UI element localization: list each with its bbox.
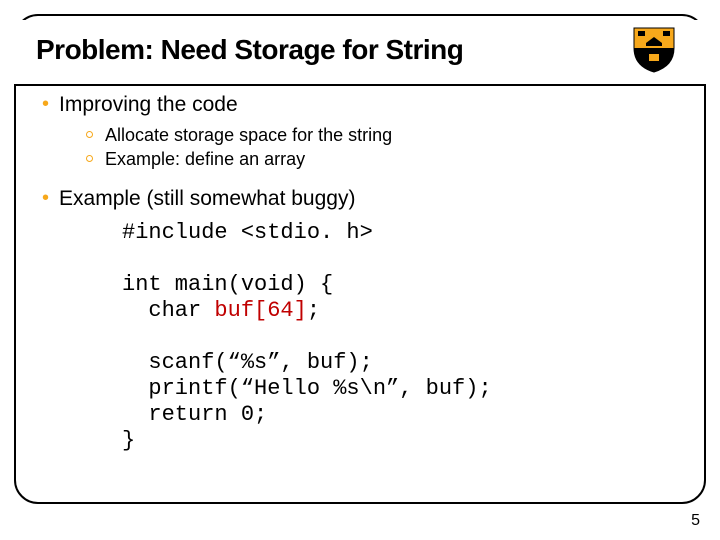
slide-content: • Improving the code Allocate storage sp… <box>42 92 678 454</box>
bullet-level1: • Improving the code <box>42 92 678 118</box>
bullet-level2: Example: define an array <box>86 148 678 170</box>
code-line: scanf(“%s”, buf); <box>122 350 373 375</box>
bullet-level1: • Example (still somewhat buggy) <box>42 186 678 212</box>
page-number: 5 <box>691 512 700 530</box>
slide-frame: Problem: Need Storage for String • Impro… <box>14 14 706 504</box>
slide-title: Problem: Need Storage for String <box>36 34 463 66</box>
bullet-text: Allocate storage space for the string <box>105 124 392 146</box>
bullet-dot-icon: • <box>42 92 49 116</box>
sub-bullet-list: Allocate storage space for the string Ex… <box>86 124 678 170</box>
code-block: #include <stdio. h> int main(void) { cha… <box>122 220 678 454</box>
code-highlight: buf[64] <box>214 298 306 323</box>
bullet-dot-icon: • <box>42 186 49 210</box>
title-bar: Problem: Need Storage for String <box>14 20 706 86</box>
code-line: #include <stdio. h> <box>122 220 373 245</box>
bullet-text: Example: define an array <box>105 148 305 170</box>
bullet-circle-icon <box>86 155 93 162</box>
code-line: printf(“Hello %s\n”, buf); <box>122 376 492 401</box>
code-line-suffix: ; <box>307 298 320 323</box>
bullet-text: Example (still somewhat buggy) <box>59 186 355 212</box>
bullet-text: Improving the code <box>59 92 238 118</box>
bullet-circle-icon <box>86 131 93 138</box>
code-line: } <box>122 428 135 453</box>
code-line: int main(void) { <box>122 272 333 297</box>
bullet-level2: Allocate storage space for the string <box>86 124 678 146</box>
princeton-shield-icon <box>632 26 676 74</box>
code-line-prefix: char <box>122 298 214 323</box>
code-line: return 0; <box>122 402 267 427</box>
